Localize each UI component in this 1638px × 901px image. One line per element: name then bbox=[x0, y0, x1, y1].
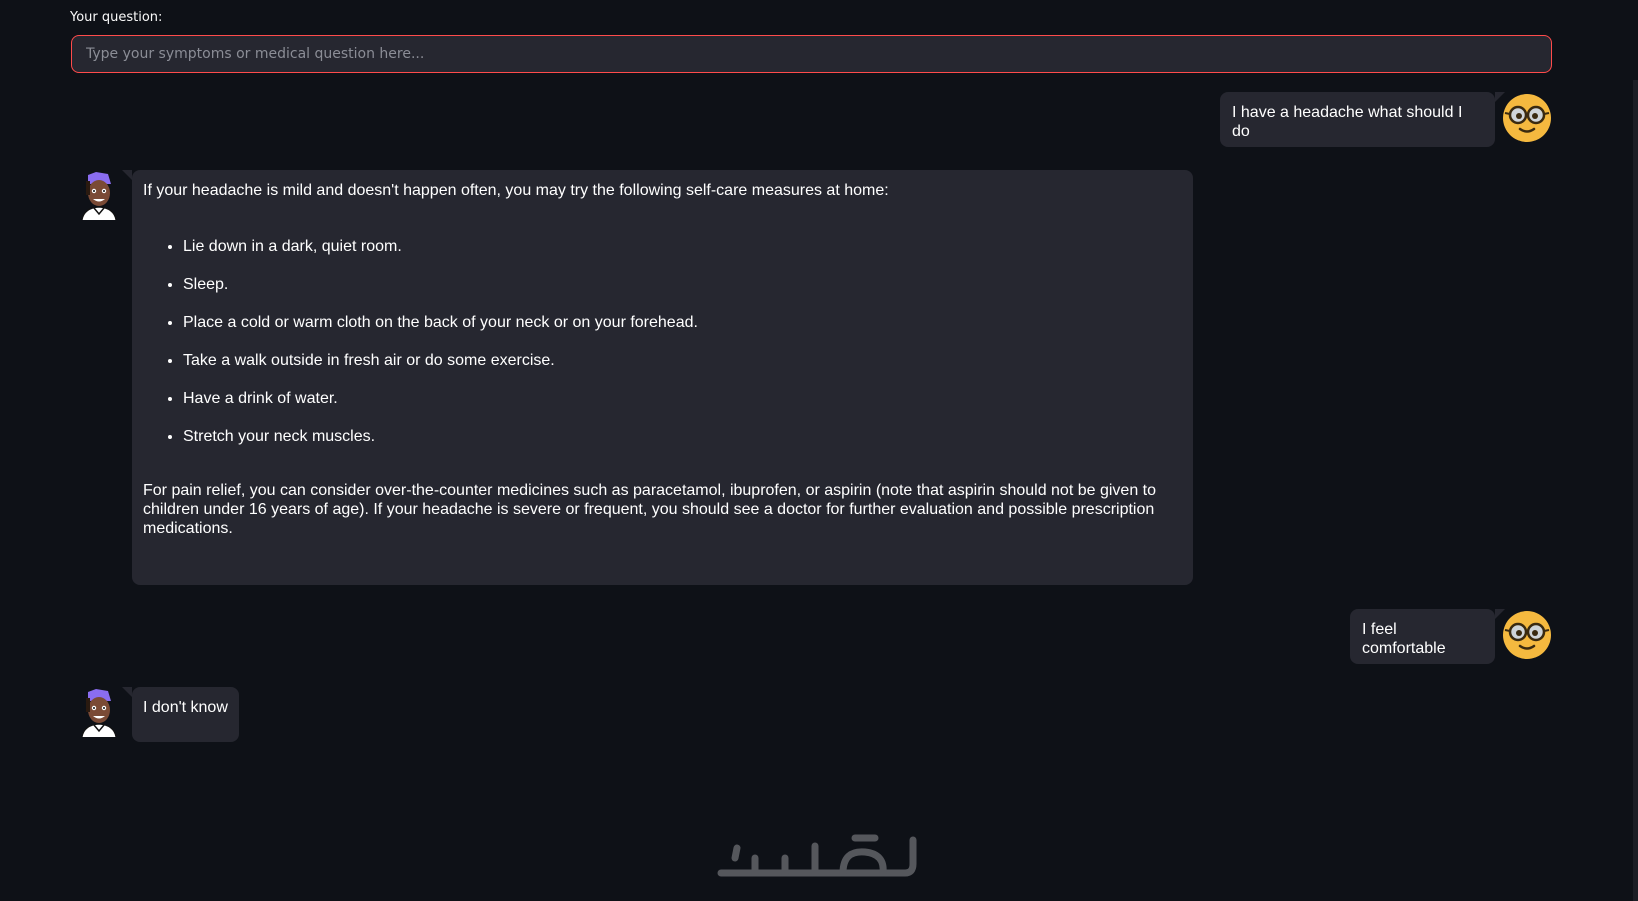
list-item: Have a drink of water. bbox=[183, 389, 1182, 408]
list-item: Take a walk outside in fresh air or do s… bbox=[183, 351, 1182, 370]
user-message-text: I feel comfortable bbox=[1362, 621, 1446, 657]
bot-message-text: I don't know bbox=[143, 699, 228, 716]
user-avatar-icon bbox=[1502, 93, 1552, 143]
bot-message-bubble: I don't know bbox=[122, 687, 239, 742]
question-label: Your question: bbox=[70, 10, 163, 25]
list-item: Lie down in a dark, quiet room. bbox=[183, 237, 1182, 256]
watermark-logo bbox=[715, 826, 920, 886]
user-avatar-icon bbox=[1502, 610, 1552, 660]
bot-message-intro: If your headache is mild and doesn't hap… bbox=[143, 182, 889, 199]
bot-avatar-icon bbox=[74, 689, 124, 739]
list-item: Sleep. bbox=[183, 275, 1182, 294]
user-message-text: I have a headache what should I do bbox=[1232, 104, 1463, 140]
user-message-bubble: I have a headache what should I do bbox=[1220, 92, 1505, 147]
self-care-list: Lie down in a dark, quiet room. Sleep. P… bbox=[143, 237, 1182, 446]
list-item: Stretch your neck muscles. bbox=[183, 427, 1182, 446]
bot-message-bubble: If your headache is mild and doesn't hap… bbox=[122, 170, 1193, 585]
question-input-box[interactable] bbox=[71, 35, 1552, 73]
bot-avatar-icon bbox=[74, 172, 124, 222]
bot-message-outro: For pain relief, you can consider over-t… bbox=[143, 482, 1156, 537]
scrollbar[interactable] bbox=[1633, 80, 1638, 901]
user-message-bubble: I feel comfortable bbox=[1350, 609, 1505, 664]
question-input[interactable] bbox=[84, 45, 1539, 63]
list-item: Place a cold or warm cloth on the back o… bbox=[183, 313, 1182, 332]
